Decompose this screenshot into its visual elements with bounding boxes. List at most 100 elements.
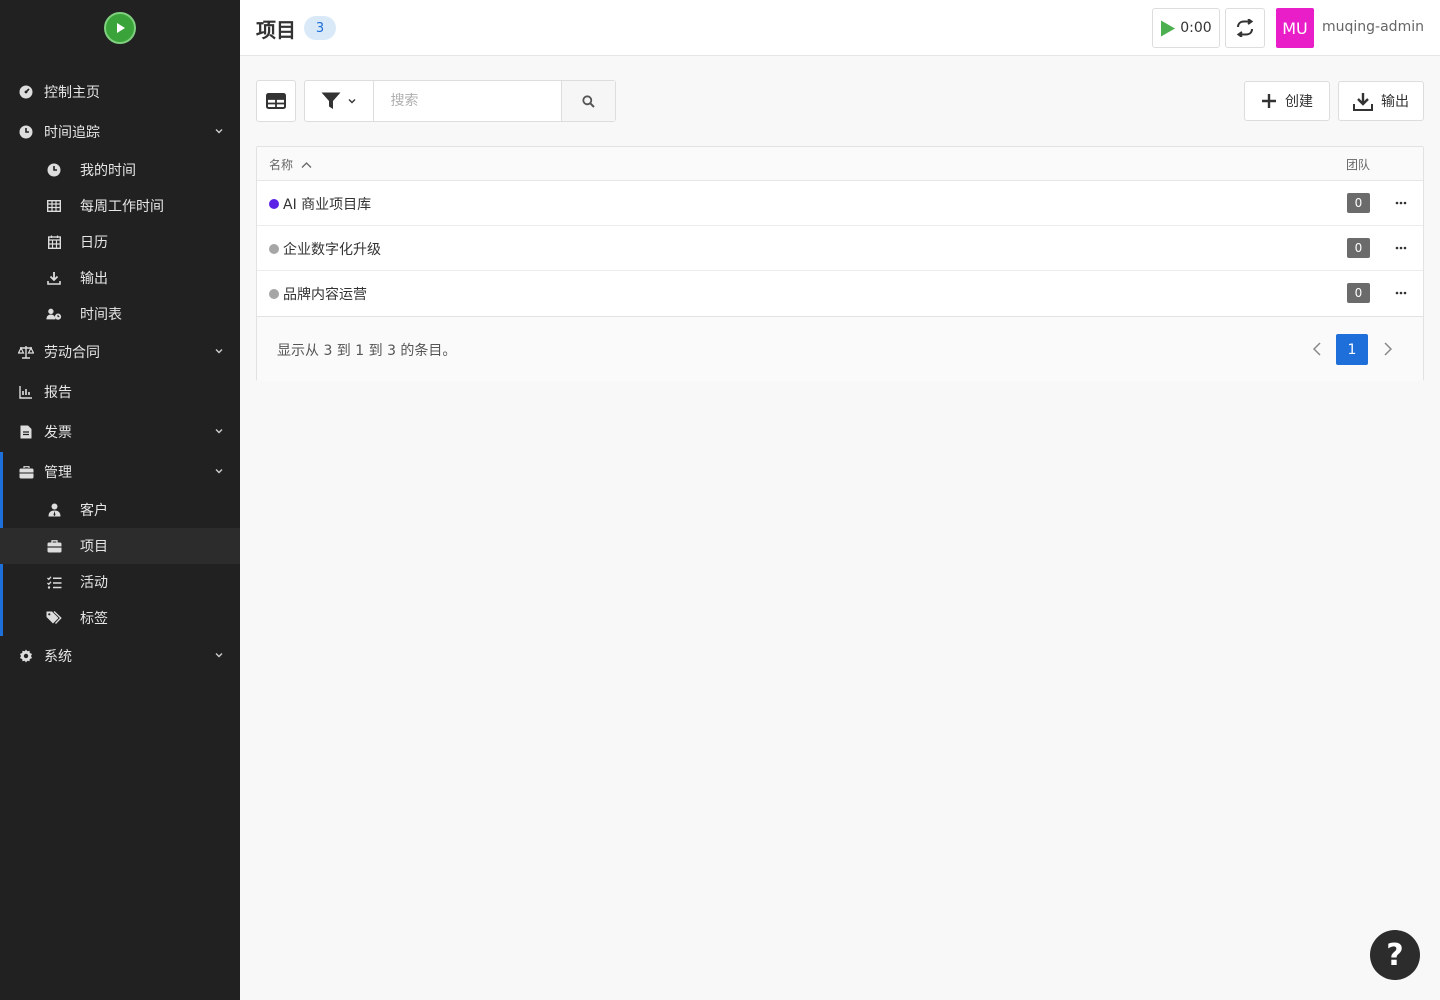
sidebar-item-label: 项目 — [80, 539, 108, 555]
search-input[interactable] — [374, 81, 562, 121]
balance-scale-icon — [18, 344, 34, 360]
create-label: 创建 — [1285, 94, 1313, 110]
user-clock-icon — [46, 306, 62, 322]
search-icon — [582, 94, 595, 108]
top-bar: 项目 3 0:00 MU muqing-admin — [240, 0, 1440, 56]
start-timer-button[interactable]: 0:00 — [1152, 8, 1220, 48]
sidebar-item-invoices[interactable]: 发票 — [0, 412, 240, 452]
sidebar-item-weekly-hours[interactable]: 每周工作时间 — [0, 188, 240, 224]
create-button[interactable]: 创建 — [1244, 81, 1330, 121]
download-icon — [46, 270, 62, 286]
more-actions-icon[interactable] — [1393, 239, 1409, 257]
column-header-team[interactable]: 团队 — [1346, 156, 1370, 173]
project-name[interactable]: 品牌内容运营 — [283, 284, 367, 304]
sync-button[interactable] — [1225, 8, 1265, 48]
sidebar-item-label: 管理 — [44, 465, 72, 481]
sidebar-item-activities[interactable]: 活动 — [0, 564, 240, 600]
export-button[interactable]: 输出 — [1338, 81, 1424, 121]
search-group — [304, 80, 616, 122]
toolbox-icon — [18, 464, 34, 480]
sidebar-nav: 控制主页 时间追踪 我的时间 每周工作时间 日历 输出 时间表 劳动合同 报告 … — [0, 72, 240, 676]
sidebar-item-admin[interactable]: 管理 — [0, 452, 240, 492]
team-count-badge: 0 — [1347, 238, 1370, 258]
team-count-badge: 0 — [1347, 193, 1370, 213]
sidebar-item-label: 标签 — [80, 611, 108, 627]
sidebar-item-reports[interactable]: 报告 — [0, 372, 240, 412]
sidebar-item-label: 客户 — [80, 503, 108, 519]
page-button-current[interactable]: 1 — [1336, 334, 1368, 365]
table-row[interactable]: AI 商业项目库 0 — [257, 181, 1423, 226]
help-button[interactable]: ? — [1370, 930, 1420, 980]
pagination-info: 显示从 3 到 1 到 3 的条目。 — [277, 343, 457, 359]
sidebar-item-dashboard[interactable]: 控制主页 — [0, 72, 240, 112]
sidebar-item-system[interactable]: 系统 — [0, 636, 240, 676]
count-badge: 3 — [304, 16, 336, 40]
chevron-down-icon — [215, 349, 223, 354]
user-tie-icon — [46, 502, 62, 518]
avatar[interactable]: MU — [1276, 8, 1314, 48]
table-footer: 显示从 3 到 1 到 3 的条目。 1 — [257, 316, 1423, 381]
admin-group: 管理 客户 项目 活动 标签 — [0, 452, 240, 636]
username[interactable]: muqing-admin — [1322, 19, 1424, 35]
calendar-icon — [46, 234, 62, 250]
table-header: 名称 团队 — [257, 147, 1423, 181]
page-title: 项目 — [256, 18, 296, 42]
sidebar-item-customers[interactable]: 客户 — [0, 492, 240, 528]
sidebar-item-label: 我的时间 — [80, 163, 136, 179]
sidebar-item-label: 系统 — [44, 649, 72, 665]
sidebar-item-label: 每周工作时间 — [80, 199, 164, 215]
project-name[interactable]: 企业数字化升级 — [283, 239, 381, 259]
sidebar-item-label: 发票 — [44, 425, 72, 441]
sidebar-item-label: 时间表 — [80, 307, 122, 323]
filter-icon — [321, 92, 341, 109]
clock-icon — [46, 162, 62, 178]
project-color-dot — [269, 199, 279, 209]
column-header-name[interactable]: 名称 — [269, 156, 312, 173]
chevron-down-icon — [215, 129, 223, 134]
chevron-down-icon — [215, 469, 223, 474]
sidebar-item-my-time[interactable]: 我的时间 — [0, 152, 240, 188]
table-row[interactable]: 品牌内容运营 0 — [257, 271, 1423, 316]
sidebar-item-contracts[interactable]: 劳动合同 — [0, 332, 240, 372]
sidebar-item-timetable[interactable]: 时间表 — [0, 296, 240, 332]
search-button[interactable] — [561, 81, 615, 121]
sidebar-item-label: 活动 — [80, 575, 108, 591]
sidebar-item-calendar[interactable]: 日历 — [0, 224, 240, 260]
table-grid-icon — [46, 198, 62, 214]
table-row[interactable]: 企业数字化升级 0 — [257, 226, 1423, 271]
chevron-down-icon — [215, 429, 223, 434]
sidebar-item-time-tracking[interactable]: 时间追踪 — [0, 112, 240, 152]
sidebar-item-tags[interactable]: 标签 — [0, 600, 240, 636]
timer-value: 0:00 — [1180, 20, 1212, 36]
sync-icon — [1236, 19, 1254, 37]
download-icon — [1353, 92, 1373, 111]
clock-icon — [18, 124, 34, 140]
play-logo-icon[interactable] — [104, 12, 136, 44]
project-color-dot — [269, 289, 279, 299]
sidebar-item-projects[interactable]: 项目 — [0, 528, 240, 564]
tasks-icon — [46, 574, 62, 590]
sidebar-item-label: 报告 — [44, 385, 72, 401]
column-name-label: 名称 — [269, 158, 294, 172]
chevron-left-icon[interactable] — [1307, 339, 1327, 359]
chevron-right-icon[interactable] — [1378, 339, 1398, 359]
sort-ascending-icon — [301, 161, 312, 168]
sidebar-item-label: 劳动合同 — [44, 345, 100, 361]
filter-dropdown-button[interactable] — [305, 81, 375, 121]
play-icon — [1161, 20, 1176, 36]
projects-table: 名称 团队 AI 商业项目库 0 企业数字化升级 0 品牌内容运营 0 显示从 … — [256, 146, 1424, 381]
chevron-down-icon — [348, 99, 356, 104]
more-actions-icon[interactable] — [1393, 194, 1409, 212]
table-view-button[interactable] — [256, 80, 296, 122]
briefcase-icon — [46, 538, 62, 554]
chart-icon — [18, 384, 34, 400]
sidebar-item-export[interactable]: 输出 — [0, 260, 240, 296]
tags-icon — [46, 610, 62, 626]
sidebar-item-label: 日历 — [80, 235, 108, 251]
sidebar-item-label: 输出 — [80, 271, 108, 287]
more-actions-icon[interactable] — [1393, 284, 1409, 302]
plus-icon — [1262, 94, 1276, 108]
project-name[interactable]: AI 商业项目库 — [283, 194, 371, 214]
dashboard-icon — [18, 84, 34, 100]
team-count-badge: 0 — [1347, 283, 1370, 303]
